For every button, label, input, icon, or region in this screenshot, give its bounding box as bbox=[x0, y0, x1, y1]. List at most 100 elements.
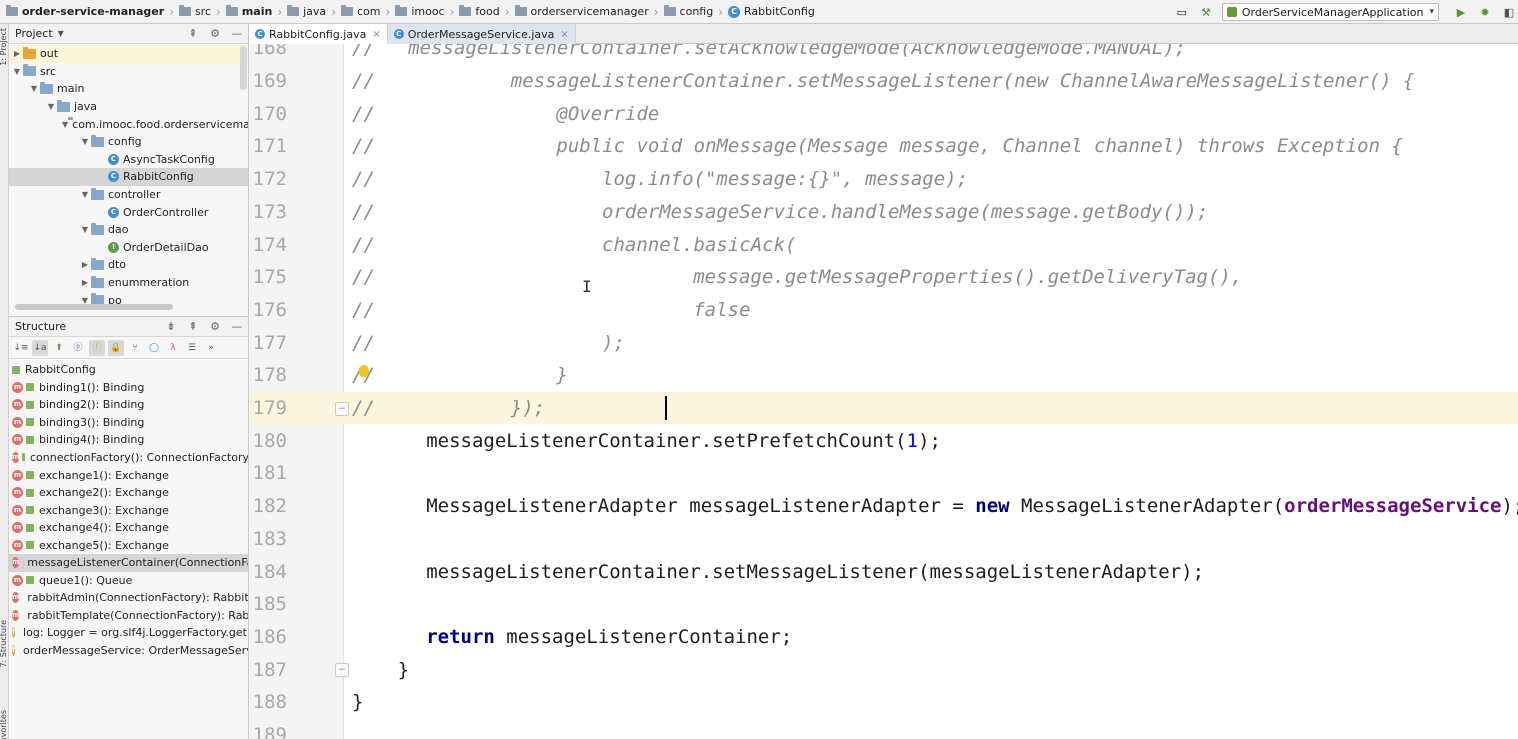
structure-item[interactable]: m rabbitTemplate(ConnectionFactory): Rabb… bbox=[9, 607, 248, 625]
collapse-all-icon[interactable]: ⇞ bbox=[186, 27, 200, 41]
tree-node[interactable]: ▼ config bbox=[9, 133, 248, 151]
show-lambdas-icon[interactable]: ⑂ bbox=[127, 340, 143, 356]
more-icon[interactable]: » bbox=[203, 340, 219, 356]
structure-item[interactable]: f log: Logger = org.slf4j.LoggerFactory.g… bbox=[9, 624, 248, 642]
tree-node[interactable]: ▼ main bbox=[9, 80, 248, 98]
tree-node[interactable]: ▼ com.imooc.food.orderservicema bbox=[9, 115, 248, 133]
structure-item[interactable]: m binding4(): Binding bbox=[9, 431, 248, 449]
chevron-down-icon[interactable]: ▼ bbox=[79, 137, 91, 146]
show-properties-icon[interactable]: ⓟ bbox=[70, 340, 86, 356]
close-icon[interactable]: × bbox=[372, 29, 380, 40]
chevron-down-icon[interactable]: ▼ bbox=[79, 190, 91, 199]
editor-tab[interactable]: C RabbitConfig.java × bbox=[249, 24, 388, 44]
tree-node[interactable]: ▼ controller bbox=[9, 186, 248, 204]
collapse-all-icon[interactable]: ⇞ bbox=[186, 320, 200, 334]
anonymous-classes-icon[interactable]: ◯ bbox=[146, 340, 162, 356]
gear-icon[interactable]: ⚙ bbox=[208, 320, 222, 334]
editor-tab[interactable]: C OrderMessageService.java × bbox=[387, 24, 576, 44]
structure-item[interactable]: m exchange1(): Exchange bbox=[9, 466, 248, 484]
project-tool-button[interactable]: 1: Project bbox=[0, 28, 8, 66]
structure-item[interactable]: m binding3(): Binding bbox=[9, 414, 248, 432]
expand-all-icon[interactable]: ⇟ bbox=[164, 320, 178, 334]
breadcrumb-item[interactable]: › java bbox=[272, 0, 326, 24]
debug-icon[interactable]: ✹ bbox=[1478, 5, 1492, 19]
breadcrumb-item[interactable]: › orderservicemanager bbox=[500, 0, 649, 24]
gear-icon[interactable]: ⚙ bbox=[208, 27, 222, 41]
breadcrumb-item[interactable]: order-service-manager bbox=[4, 0, 164, 24]
structure-item[interactable]: m exchange2(): Exchange bbox=[9, 484, 248, 502]
breadcrumb-item[interactable]: › food bbox=[445, 0, 500, 24]
close-icon[interactable]: × bbox=[560, 29, 568, 40]
tree-node[interactable]: I OrderDetailDao bbox=[9, 239, 248, 257]
breadcrumb-item[interactable]: › src bbox=[164, 0, 211, 24]
breadcrumb-label: RabbitConfig bbox=[744, 5, 815, 18]
horizontal-scrollbar[interactable] bbox=[15, 304, 173, 310]
lambda-icon[interactable]: λ bbox=[165, 340, 181, 356]
chevron-right-icon[interactable]: ▶ bbox=[79, 278, 91, 287]
structure-item[interactable]: m binding2(): Binding bbox=[9, 396, 248, 414]
show-inherited-icon[interactable]: ⬆ bbox=[51, 340, 67, 356]
sort-alpha-icon[interactable]: ↓a bbox=[32, 339, 48, 356]
fold-marker[interactable]: − bbox=[335, 401, 349, 416]
structure-item[interactable]: f orderMessageService: OrderMessageServi bbox=[9, 642, 248, 660]
breadcrumb-item[interactable]: › C RabbitConfig bbox=[713, 0, 815, 24]
build-hammer-icon[interactable]: ⚒ bbox=[1199, 5, 1213, 19]
structure-item[interactable]: m exchange3(): Exchange bbox=[9, 501, 248, 519]
breadcrumb-separator: › bbox=[385, 4, 391, 19]
code-editor[interactable]: 168 // messageListenerContainer.setAcknowl… bbox=[249, 44, 1518, 739]
chevron-right-icon[interactable]: ▶ bbox=[11, 49, 23, 58]
project-panel-header: Project ▼ ⇞ ⚙ — bbox=[9, 24, 248, 44]
public-visibility-icon bbox=[26, 506, 34, 515]
show-fields-icon[interactable]: ⓕ bbox=[89, 339, 105, 356]
tree-node[interactable]: ▼ java bbox=[9, 98, 248, 116]
structure-root[interactable]: RabbitConfig bbox=[9, 361, 248, 379]
structure-tool-button[interactable]: 7: Structure bbox=[0, 620, 8, 668]
chevron-right-icon[interactable]: ▶ bbox=[79, 260, 91, 269]
tree-node[interactable]: C OrderController bbox=[9, 203, 248, 221]
structure-item[interactable]: m exchange5(): Exchange bbox=[9, 536, 248, 554]
structure-item[interactable]: m queue1(): Queue bbox=[9, 572, 248, 590]
autoscroll-icon[interactable]: ☰ bbox=[184, 340, 200, 356]
code-line: 189 bbox=[249, 719, 1518, 739]
tree-node[interactable]: ▼ src bbox=[9, 63, 248, 81]
breadcrumb-item[interactable]: › config bbox=[649, 0, 713, 24]
project-panel-title[interactable]: Project bbox=[15, 27, 53, 40]
minimize-icon[interactable]: — bbox=[230, 320, 244, 334]
fold-marker[interactable]: − bbox=[335, 663, 349, 678]
structure-item[interactable]: m rabbitAdmin(ConnectionFactory): RabbitA… bbox=[9, 589, 248, 607]
structure-item[interactable]: m exchange4(): Exchange bbox=[9, 519, 248, 537]
show-non-public-icon[interactable]: 🔒 bbox=[108, 339, 124, 356]
run-icon[interactable]: ▶ bbox=[1454, 5, 1468, 19]
tree-node[interactable]: C AsyncTaskConfig bbox=[9, 151, 248, 169]
breadcrumb-separator: › bbox=[277, 4, 283, 19]
chevron-down-icon[interactable]: ▼ bbox=[62, 120, 68, 129]
tree-node[interactable]: ▶ out bbox=[9, 45, 248, 63]
structure-item[interactable]: m connectionFactory(): ConnectionFactory bbox=[9, 449, 248, 467]
chevron-down-icon[interactable]: ▼ bbox=[58, 29, 64, 38]
intention-bulb-icon[interactable] bbox=[359, 365, 369, 377]
layout-icon[interactable]: ▭ bbox=[1175, 5, 1189, 19]
breadcrumb-separator: › bbox=[216, 4, 221, 19]
chevron-down-icon[interactable]: ▼ bbox=[79, 225, 91, 234]
tree-node[interactable]: ▶ enummeration bbox=[9, 274, 248, 292]
chevron-down-icon[interactable]: ▼ bbox=[28, 84, 40, 93]
code-line: 170 // @Override bbox=[249, 97, 1518, 130]
chevron-down-icon[interactable]: ▼ bbox=[45, 102, 57, 111]
tree-node[interactable]: ▶ dto bbox=[9, 256, 248, 274]
coverage-icon[interactable]: ◧ bbox=[1502, 5, 1516, 19]
structure-item[interactable]: m messageListenerContainer(ConnectionFact… bbox=[9, 554, 248, 572]
breadcrumb-item[interactable]: › main bbox=[211, 0, 272, 24]
code-line: 172 // log.info("message:{}", message); bbox=[249, 163, 1518, 196]
minimize-icon[interactable]: — bbox=[230, 27, 244, 41]
run-config-select[interactable]: OrderServiceManagerApplication ▾ bbox=[1221, 3, 1439, 21]
chevron-down-icon[interactable]: ▼ bbox=[11, 67, 23, 76]
structure-item[interactable]: m binding1(): Binding bbox=[9, 379, 248, 397]
sort-visibility-icon[interactable]: ↓≡ bbox=[13, 340, 29, 356]
structure-item-label: binding1(): Binding bbox=[39, 380, 145, 394]
tree-node[interactable]: ▼ dao bbox=[9, 221, 248, 239]
tree-node[interactable]: C RabbitConfig bbox=[9, 168, 248, 186]
breadcrumb-item[interactable]: › com bbox=[326, 0, 380, 24]
vertical-scrollbar[interactable] bbox=[240, 46, 247, 90]
breadcrumb-item[interactable]: › imooc bbox=[381, 0, 445, 24]
favorites-tool-button[interactable]: Favorites bbox=[0, 710, 8, 739]
